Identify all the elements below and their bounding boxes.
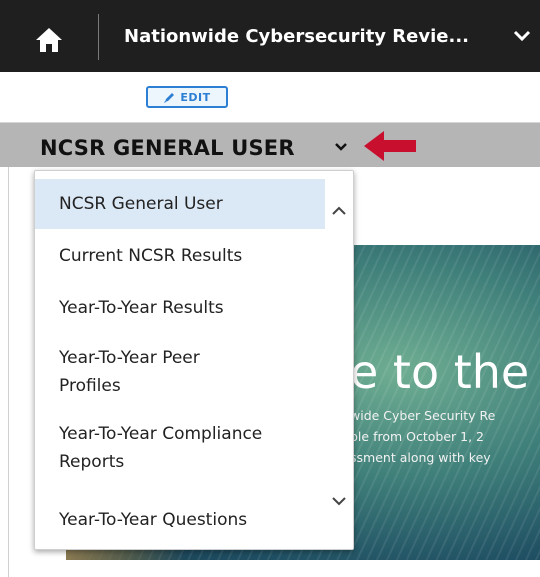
dropdown-item-label: Current NCSR Results [59,246,243,266]
chevron-down-icon[interactable] [512,26,532,46]
dropdown-item-label: Year-To-Year Questions [59,510,248,530]
dropdown-item-year-to-year-peer-profiles[interactable]: Year-To-Year Peer Profiles [35,337,325,407]
pencil-icon [164,92,175,103]
dropdown-item-year-to-year-results[interactable]: Year-To-Year Results [35,283,325,333]
dropdown-item-current-ncsr-results[interactable]: Current NCSR Results [35,231,325,281]
home-button[interactable] [20,20,78,60]
dropdown-item-label: Year-To-Year Compliance Reports [59,424,263,472]
red-arrow-icon [364,131,416,161]
edit-button[interactable]: EDIT [146,86,228,108]
dropdown-scrollbar[interactable] [325,171,353,549]
chevron-down-icon[interactable] [331,493,347,509]
header-divider [0,72,540,104]
home-icon [36,28,62,52]
dropdown-item-label: NCSR General User [59,194,223,214]
banner-text-line: ssment along with key [350,450,491,465]
chevron-up-icon[interactable] [331,203,347,219]
dropdown-item-ncsr-general-user[interactable]: NCSR General User [35,179,325,229]
dropdown-item-year-to-year-questions[interactable]: Year-To-Year Questions [35,495,325,545]
dropdown-item-year-to-year-compliance-reports[interactable]: Year-To-Year Compliance Reports [35,413,325,483]
topbar-divider [98,14,99,60]
banner-text-line: wide Cyber Security Re [350,408,496,423]
banner-heading: e to the [350,345,530,399]
top-navigation-bar: Nationwide Cybersecurity Revie... [0,0,540,72]
dropdown-item-label: Year-To-Year Results [59,298,224,318]
dashboard-dropdown-menu[interactable]: NCSR General User Current NCSR Results Y… [34,170,354,550]
banner-text-line: ble from October 1, 2 [350,429,484,444]
chevron-down-icon[interactable] [334,140,348,154]
dashboard-selector-label[interactable]: NCSR GENERAL USER [40,136,295,160]
edit-label: EDIT [180,90,211,104]
dropdown-item-label: Year-To-Year Peer Profiles [59,348,200,396]
app-title[interactable]: Nationwide Cybersecurity Revie... [124,26,469,47]
